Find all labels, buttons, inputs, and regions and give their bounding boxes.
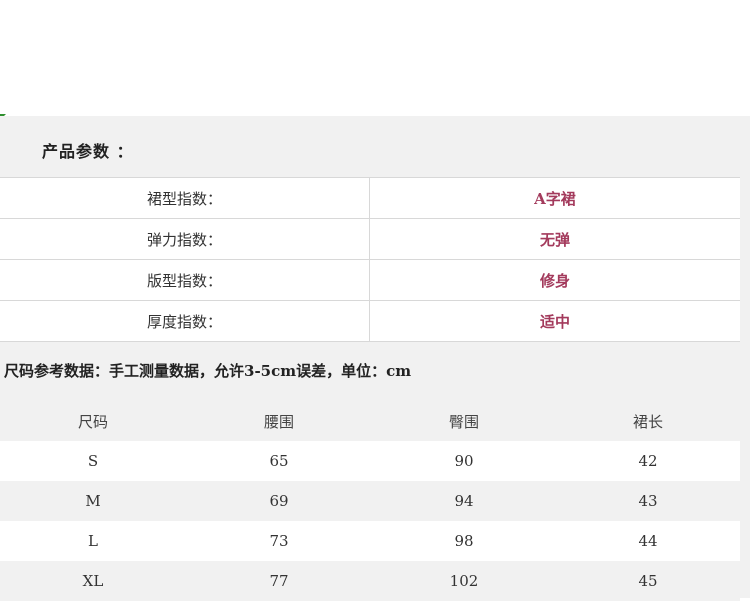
table-cell: S [87,452,99,470]
column-header: 尺码 [77,412,108,431]
table-cell: 69 [269,492,289,510]
param-row: 厚度指数： 适中 [0,301,740,342]
product-info-panel: 产品参数 ： 裙型指数： A字裙 弹力指数： 无弹 版型指数： 修身 厚度指数：… [0,116,750,601]
table-cell: 102 [449,572,479,590]
column-header: 腰围 [263,412,294,431]
param-key: 厚度指数： [0,301,370,341]
size-table-header: 尺码 腰围 臀围 裙长 [0,401,740,441]
table-cell: 43 [638,492,658,510]
table-row: XL 77 102 45 [0,561,740,601]
param-value: 无弹 [539,230,570,249]
param-value: 修身 [539,271,570,290]
table-cell: M [85,492,101,510]
table-cell: L [88,532,98,550]
table-cell: 42 [638,452,658,470]
table-row: L 73 98 44 [0,521,740,561]
table-cell: 94 [454,492,474,510]
param-row: 裙型指数： A字裙 [0,178,740,219]
table-cell: 77 [269,572,289,590]
table-cell: 45 [638,572,658,590]
table-cell: 65 [269,452,289,470]
param-row: 版型指数： 修身 [0,260,740,301]
table-cell: 90 [454,452,474,470]
param-key: 弹力指数： [0,219,370,259]
size-table-note: 尺码参考数据：手工测量数据，允许3-5cm误差，单位：cm [4,362,412,380]
table-cell: 44 [638,532,658,550]
column-header: 裙长 [632,412,663,431]
product-params-title: 产品参数 ： [42,142,134,161]
param-value: A字裙 [534,189,576,208]
table-row: S 65 90 42 [0,441,740,481]
table-cell: XL [82,572,104,590]
product-params-table: 裙型指数： A字裙 弹力指数： 无弹 版型指数： 修身 厚度指数： 适中 [0,177,740,342]
param-value: 适中 [539,312,570,331]
top-blank-area [0,0,750,116]
param-key: 裙型指数： [0,178,370,218]
param-key: 版型指数： [0,260,370,300]
param-row: 弹力指数： 无弹 [0,219,740,260]
table-cell: 73 [269,532,289,550]
table-cell: 98 [454,532,474,550]
table-row: M 69 94 43 [0,481,740,521]
column-header: 臀围 [448,412,479,431]
size-table: 尺码 腰围 臀围 裙长 S 65 90 42 M 69 94 43 L 73 9… [0,401,740,601]
